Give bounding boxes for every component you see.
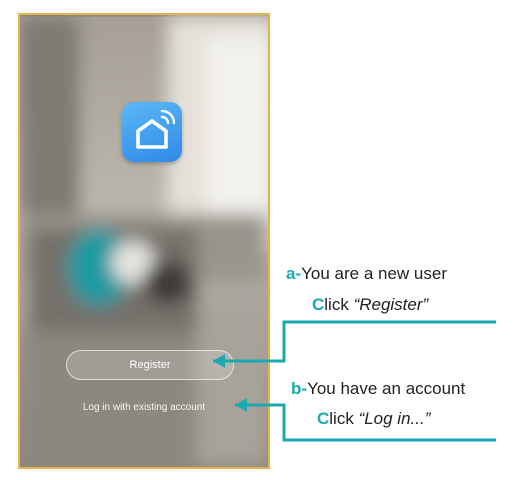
- arrow-b: [235, 398, 496, 442]
- arrow-a: [213, 320, 496, 368]
- annotation-connectors: [213, 320, 496, 442]
